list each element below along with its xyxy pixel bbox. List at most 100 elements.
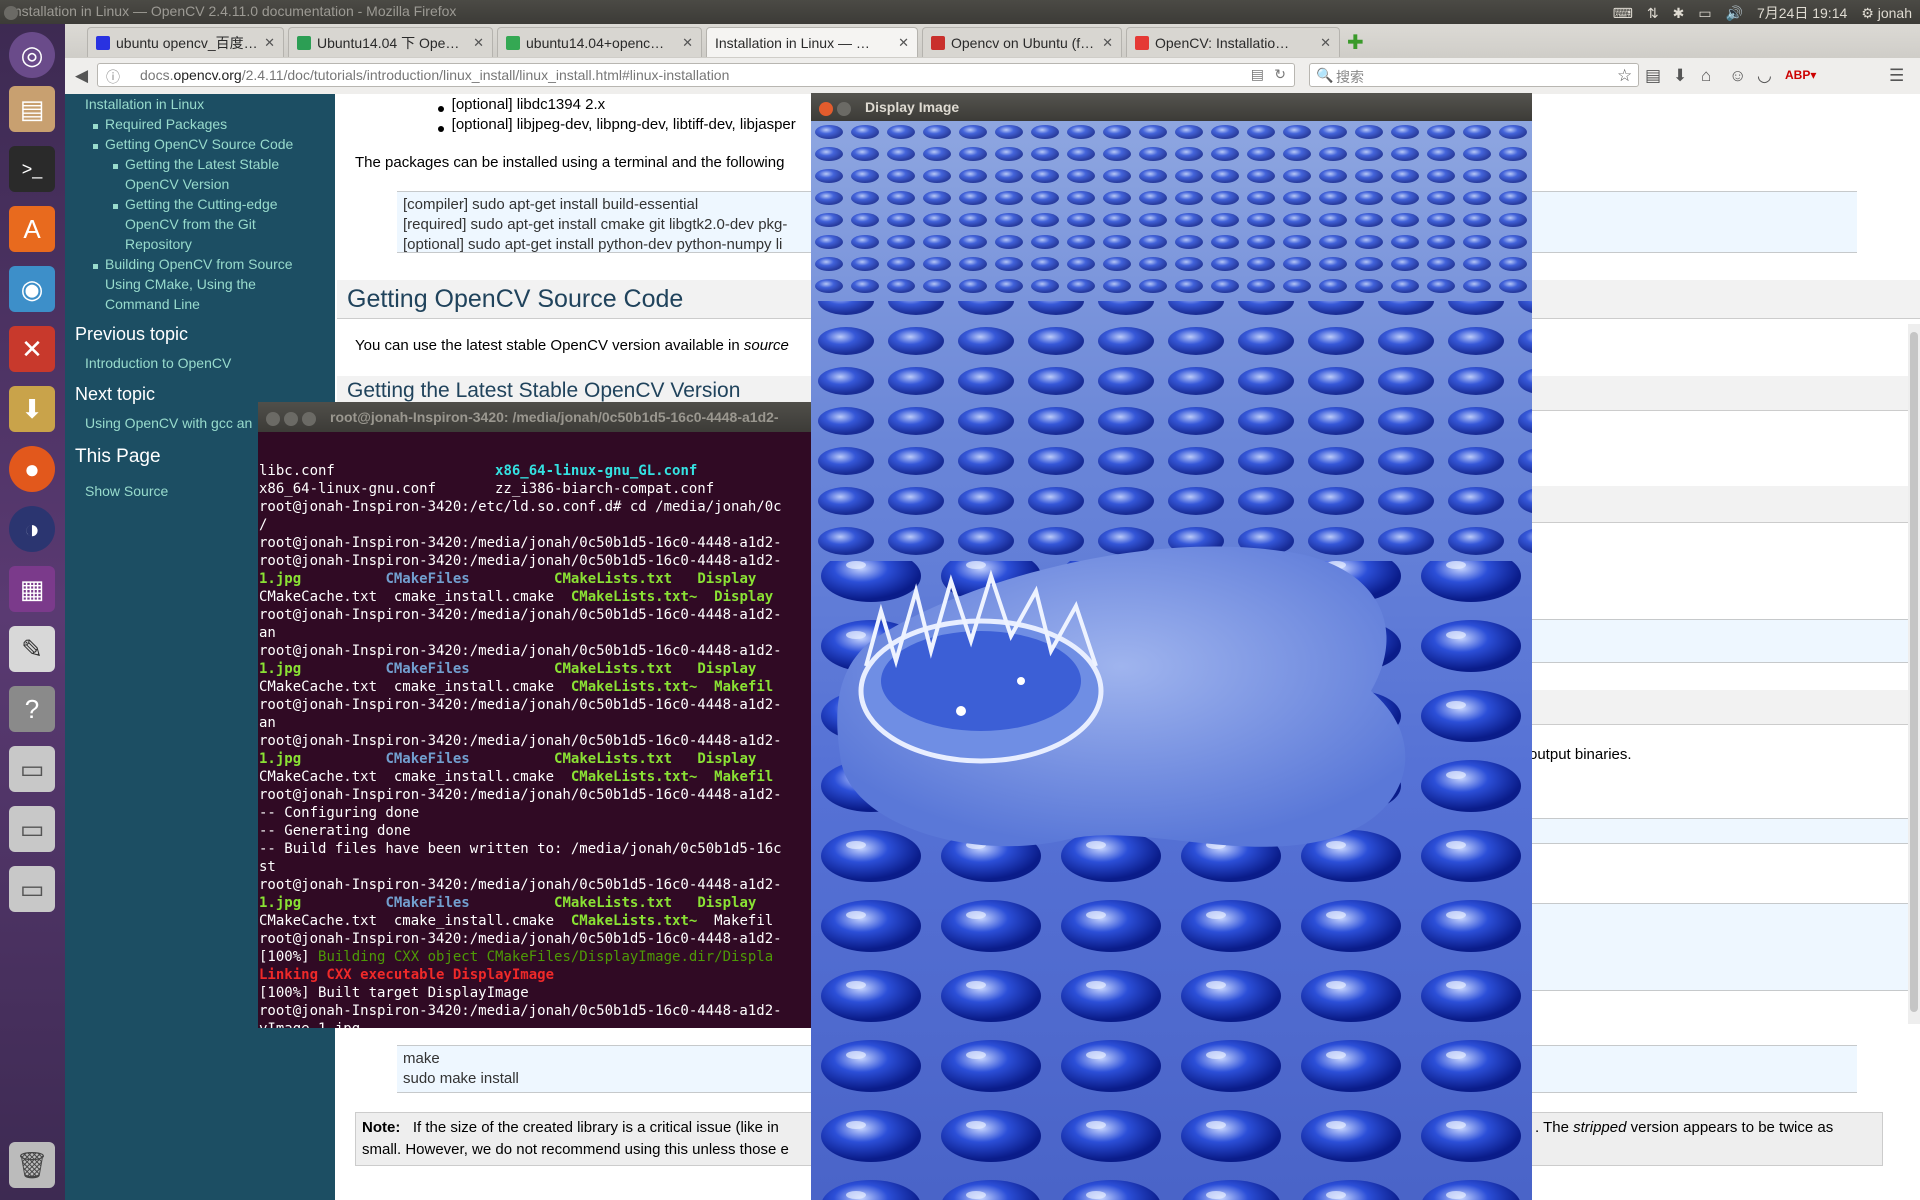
reload-icon[interactable]: ↻ [1274,66,1286,83]
sidebar-link-building-3[interactable]: Command Line [105,294,200,314]
sidebar-link-building-2[interactable]: Using CMake, Using the [105,274,256,294]
gear-icon: ⚙ [1861,4,1874,21]
tab-opencv-ubuntu[interactable]: Opencv on Ubuntu (f… ✕ [922,27,1122,57]
sidebar-link-cutting-edge-3[interactable]: Repository [125,234,192,254]
image-window-title: Display Image [865,99,960,115]
close-icon[interactable]: ✕ [473,35,484,51]
packages-text: The packages can be installed using a te… [355,154,785,171]
keyboard-icon[interactable]: ⌨ [1613,5,1633,22]
text-editor-icon[interactable]: ✎ [9,626,55,672]
sidebar-link-getting-source[interactable]: Getting OpenCV Source Code [105,134,293,154]
drive-icon[interactable]: ▭ [9,746,55,792]
chat-icon[interactable]: ☺ [1729,66,1746,86]
star-icon[interactable]: ☆ [1617,66,1632,86]
sidebar-link-building[interactable]: Building OpenCV from Source [105,254,293,274]
sidebar-link-required-packages[interactable]: Required Packages [105,114,227,134]
menu-icon[interactable]: ☰ [1889,66,1904,86]
terminal-output[interactable]: libc.conf x86_64-linux-gnu_GL.conf x86_6… [259,462,782,1028]
tab-ubuntu1404[interactable]: Ubuntu14.04 下 Ope… ✕ [288,27,493,57]
network-icon[interactable]: ⇅ [1647,5,1659,22]
disk-icon[interactable]: ◉ [9,266,55,312]
opencv-favicon-icon [1135,35,1149,50]
close-icon[interactable]: ✕ [1102,35,1113,51]
minimize-icon[interactable] [284,410,302,427]
close-icon[interactable]: ✕ [898,35,909,51]
search-input[interactable]: 🔍 搜索 [1309,63,1639,87]
files-icon[interactable]: ▤ [9,86,55,132]
firefox-icon[interactable]: ● [9,446,55,492]
previous-topic-heading: Previous topic [75,324,189,344]
minimize-icon[interactable] [837,100,855,117]
water-droplets-picture [811,121,1532,1200]
show-source-link[interactable]: Show Source [85,481,168,501]
site-favicon-icon [506,35,520,50]
close-icon[interactable]: ✕ [682,35,693,51]
terminal-window[interactable]: root@jonah-Inspiron-3420: /media/jonah/0… [258,402,814,1028]
drive-icon[interactable]: ▭ [9,866,55,912]
launcher: ◎ ▤ >_ A ◉ ✕ ⬇ ● ◑ ▦ ✎ ? ▭ ▭ ▭ 🗑 [0,24,65,1200]
pocket-icon[interactable]: ◡ [1757,66,1772,86]
trash-icon[interactable]: 🗑 [9,1142,55,1188]
clock[interactable]: 7月24日 19:14 [1757,3,1847,23]
tab-baidu[interactable]: ubuntu opencv_百度… ✕ [87,27,284,57]
csdn-favicon-icon [297,35,311,50]
image-window-titlebar[interactable]: Display Image [811,93,1532,121]
eclipse-icon[interactable]: ◑ [9,506,55,552]
sidebar-link-cutting-edge[interactable]: Getting the Cutting-edge [125,194,278,214]
tab-opencv-installation[interactable]: OpenCV: Installatio… ✕ [1126,27,1340,57]
terminal-icon[interactable]: >_ [9,146,55,192]
close-icon[interactable] [266,410,284,427]
scrollbar-thumb[interactable] [1910,332,1918,1012]
reader-view-icon[interactable]: ▤ [1251,66,1264,83]
source-paragraph: You can use the latest stable OpenCV ver… [355,337,789,354]
c-favicon-icon [931,35,945,50]
terminal-titlebar[interactable]: root@jonah-Inspiron-3420: /media/jonah/0… [258,402,814,432]
window-title: Installation in Linux — OpenCV 2.4.11.0 … [10,3,457,19]
maximize-icon[interactable] [302,410,320,427]
bullet-libjpeg: [optional] libjpeg-dev, libpng-dev, libt… [451,116,796,133]
search-icon: 🔍 [1316,67,1334,83]
water-droplets-image [811,121,1532,1200]
close-icon[interactable]: ✕ [264,35,275,51]
drive-icon[interactable]: ▭ [9,806,55,852]
sidebar-link-installation[interactable]: Installation in Linux [85,94,204,114]
help-icon[interactable]: ? [9,686,55,732]
next-topic-link[interactable]: Using OpenCV with gcc an [85,413,252,433]
next-topic-heading: Next topic [75,384,156,404]
this-page-heading: This Page [75,446,161,467]
sidebar-link-latest-stable-2[interactable]: OpenCV Version [125,174,229,194]
output-binaries-text: output binaries. [1529,746,1632,763]
close-window-button[interactable] [4,4,22,21]
baidu-favicon-icon [96,35,110,50]
settings-icon[interactable]: ✕ [9,326,55,372]
archive-icon[interactable]: ⬇ [9,386,55,432]
back-icon[interactable]: ◀ [75,66,88,86]
user-name: jonah [1877,4,1912,21]
battery-icon[interactable]: ▭ [1698,5,1711,22]
close-icon[interactable]: ✕ [1320,35,1331,51]
previous-topic-link[interactable]: Introduction to OpenCV [85,353,231,373]
reading-list-icon[interactable]: ▤ [1645,66,1661,86]
terminal-title: root@jonah-Inspiron-3420: /media/jonah/0… [330,409,779,425]
display-image-window[interactable]: Display Image [811,93,1532,1200]
sidebar-link-cutting-edge-2[interactable]: OpenCV from the Git [125,214,256,234]
home-icon[interactable]: ⌂ [1701,66,1711,86]
tab-bar: ubuntu opencv_百度… ✕ Ubuntu14.04 下 Ope… ✕ u… [65,24,1920,59]
tab-ubuntu-opencv[interactable]: ubuntu14.04+openc… ✕ [497,27,702,57]
navigation-bar: ◀ ⓘ docs.opencv.org/2.4.11/doc/tutorials/… [65,58,1920,95]
url-bar[interactable]: ⓘ docs.opencv.org/2.4.11/doc/tutorials/in… [97,63,1295,87]
sidebar-link-latest-stable[interactable]: Getting the Latest Stable [125,154,279,174]
info-icon[interactable]: ⓘ [106,67,120,87]
download-icon[interactable]: ⬇ [1673,66,1687,86]
ubuntu-logo-icon[interactable]: ◎ [9,32,55,78]
new-tab-icon[interactable]: ✚ [1347,30,1364,55]
user-menu[interactable]: ⚙ jonah [1861,5,1912,22]
scrollbar[interactable] [1908,324,1920,1024]
volume-icon[interactable]: 🔊 [1726,5,1743,22]
adblock-icon[interactable]: ABP▾ [1785,68,1816,82]
bluetooth-icon[interactable]: ✱ [1673,5,1685,22]
workspace-icon[interactable]: ▦ [9,566,55,612]
tab-installation-linux[interactable]: Installation in Linux — … ✕ [706,27,918,57]
close-icon[interactable] [819,100,837,117]
software-center-icon[interactable]: A [9,206,55,252]
